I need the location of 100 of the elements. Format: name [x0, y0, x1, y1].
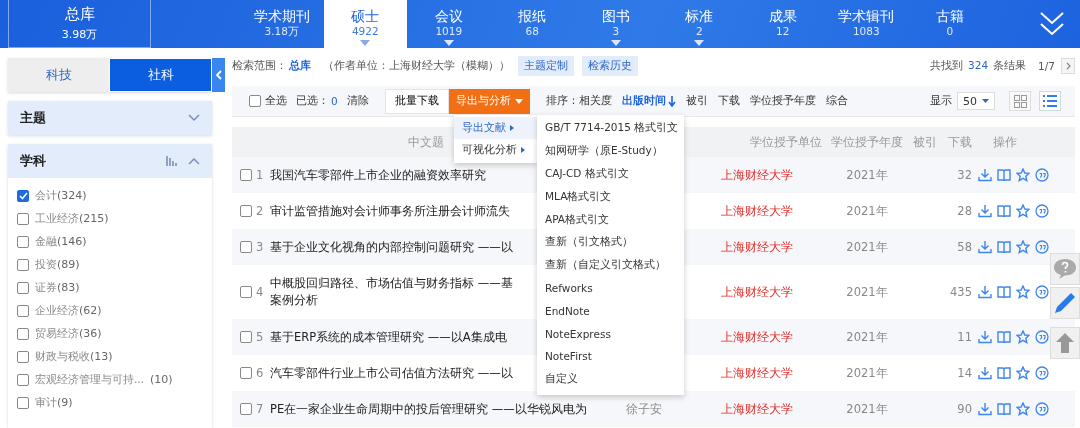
page-size-select[interactable]: 50	[957, 92, 995, 110]
view-toggle[interactable]	[1009, 91, 1031, 111]
segment-tab[interactable]: 社科	[110, 59, 211, 91]
checkbox[interactable]	[240, 367, 252, 379]
checkbox[interactable]	[17, 189, 29, 202]
menu-item[interactable]: APA格式引文	[537, 208, 679, 231]
filter-label[interactable]: 证券	[35, 280, 57, 295]
column-header[interactable]: 下载	[937, 134, 972, 150]
checkbox[interactable]	[240, 331, 252, 343]
menu-item[interactable]: 查新（引文格式）	[537, 231, 679, 254]
book-icon[interactable]	[997, 168, 1011, 182]
star-icon[interactable]	[1016, 330, 1030, 344]
star-icon[interactable]	[1016, 204, 1030, 218]
filter-label[interactable]: 财政与税收	[35, 349, 90, 364]
checkbox[interactable]	[17, 281, 29, 294]
quote-icon[interactable]	[1035, 240, 1049, 254]
download-icon[interactable]	[978, 330, 992, 344]
filter-label[interactable]: 贸易经济	[35, 326, 79, 341]
view-toggle[interactable]	[1039, 91, 1061, 111]
panel-header[interactable]: 主题	[8, 101, 212, 135]
menu-item[interactable]: 查新（自定义引文格式）	[537, 253, 679, 277]
checkbox[interactable]	[17, 304, 29, 317]
menu-item[interactable]: 可视化分析	[454, 139, 537, 161]
help-button[interactable]	[1050, 253, 1080, 285]
star-icon[interactable]	[1016, 285, 1030, 299]
book-icon[interactable]	[997, 285, 1011, 299]
clear-link[interactable]: 清除	[346, 94, 369, 108]
title-link[interactable]: PE在一家企业生命周期中的投后管理研究 ——以华锐风电为	[270, 400, 587, 418]
menu-item[interactable]: Refworks	[537, 276, 679, 300]
edit-button[interactable]	[1050, 287, 1080, 319]
checkbox[interactable]	[17, 327, 29, 340]
quote-icon[interactable]	[1035, 366, 1049, 380]
book-icon[interactable]	[997, 402, 1011, 416]
database-tab[interactable]: 报纸 68	[490, 0, 574, 48]
checkbox[interactable]	[240, 241, 252, 253]
title-link[interactable]: 中概股回归路径、市场估值与财务指标 ——基	[270, 275, 513, 292]
checkbox[interactable]	[240, 169, 252, 181]
star-icon[interactable]	[1016, 402, 1030, 416]
checkbox[interactable]	[17, 212, 29, 225]
segment-tab[interactable]: 科技	[8, 58, 109, 92]
menu-item[interactable]: GB/T 7714-2015 格式引文	[537, 117, 679, 140]
database-tab[interactable]: 成果 12	[741, 0, 825, 48]
book-icon[interactable]	[997, 366, 1011, 380]
download-icon[interactable]	[978, 240, 992, 254]
menu-item[interactable]: 知网研学（原E-Study）	[537, 139, 679, 163]
filter-label[interactable]: 金融	[35, 234, 57, 249]
star-icon[interactable]	[1016, 240, 1030, 254]
author-link[interactable]: 徐子安	[622, 401, 692, 417]
title-link[interactable]: 基于ERP系统的成本管理研究 ——以A集成电	[270, 328, 507, 346]
panel-header[interactable]: 学科	[8, 144, 212, 178]
filter-label[interactable]: 工业经济	[35, 211, 79, 226]
menu-item[interactable]: 自定义	[537, 367, 679, 391]
database-tab[interactable]: 标准 2	[657, 0, 741, 48]
checkbox[interactable]	[17, 235, 29, 248]
database-tab[interactable]: 会议 1019	[407, 0, 491, 48]
checkbox[interactable]	[240, 205, 252, 217]
filter-label[interactable]: 宏观经济管理与可持...	[35, 372, 144, 387]
sort-option[interactable]: 学位授予年度	[749, 94, 816, 108]
database-tab[interactable]: 学术期刊 3.18万	[240, 0, 324, 48]
database-tab[interactable]: 硕士 4922	[323, 0, 407, 48]
quote-icon[interactable]	[1035, 285, 1049, 299]
unit-link[interactable]: 上海财经大学	[692, 401, 822, 417]
unit-link[interactable]: 上海财经大学	[692, 365, 822, 381]
database-tab[interactable]: 古籍 0	[908, 0, 992, 48]
menu-item[interactable]: MLA格式引文	[537, 185, 679, 209]
filter-label[interactable]: 企业经济	[35, 303, 79, 318]
download-icon[interactable]	[978, 285, 992, 299]
next-page-button[interactable]	[1061, 58, 1075, 74]
sort-option[interactable]: 下载	[717, 94, 740, 108]
chevron-down-icon[interactable]	[188, 114, 200, 122]
chevron-up-icon[interactable]	[188, 157, 200, 165]
menu-item[interactable]: NoteExpress	[537, 322, 679, 345]
title-link[interactable]: 审计监管措施对会计师事务所注册会计师流失	[270, 202, 510, 220]
filter-label[interactable]: 会计	[35, 188, 57, 203]
scope-button[interactable]: 检索历史	[582, 56, 638, 76]
title-link[interactable]: 案例分析	[270, 292, 513, 309]
download-icon[interactable]	[978, 168, 992, 182]
column-header[interactable]: 学位授予单位	[692, 134, 822, 150]
back-to-top-button[interactable]	[1050, 327, 1080, 359]
star-icon[interactable]	[1016, 366, 1030, 380]
bar-chart-icon[interactable]	[166, 156, 178, 166]
book-icon[interactable]	[997, 204, 1011, 218]
menu-item[interactable]: EndNote	[537, 299, 679, 323]
book-icon[interactable]	[997, 240, 1011, 254]
menu-item[interactable]: 导出文献	[454, 117, 537, 139]
filter-label[interactable]: 审计	[35, 395, 57, 410]
collapse-button[interactable]	[212, 58, 225, 92]
sort-option[interactable]: 出版时间	[621, 94, 676, 108]
home-tab[interactable]: 总库 3.98万	[8, 0, 151, 48]
menu-item[interactable]: CAJ-CD 格式引文	[537, 162, 679, 186]
checkbox[interactable]	[17, 396, 29, 409]
database-tab[interactable]: 图书 3	[574, 0, 658, 48]
batch-download-button[interactable]: 批量下载	[384, 88, 449, 114]
quote-icon[interactable]	[1035, 330, 1049, 344]
unit-link[interactable]: 上海财经大学	[692, 203, 822, 219]
download-icon[interactable]	[978, 204, 992, 218]
quote-icon[interactable]	[1035, 204, 1049, 218]
column-header[interactable]: 被引	[912, 134, 937, 150]
sort-option[interactable]: 综合	[825, 94, 848, 108]
checkbox[interactable]	[17, 350, 29, 363]
